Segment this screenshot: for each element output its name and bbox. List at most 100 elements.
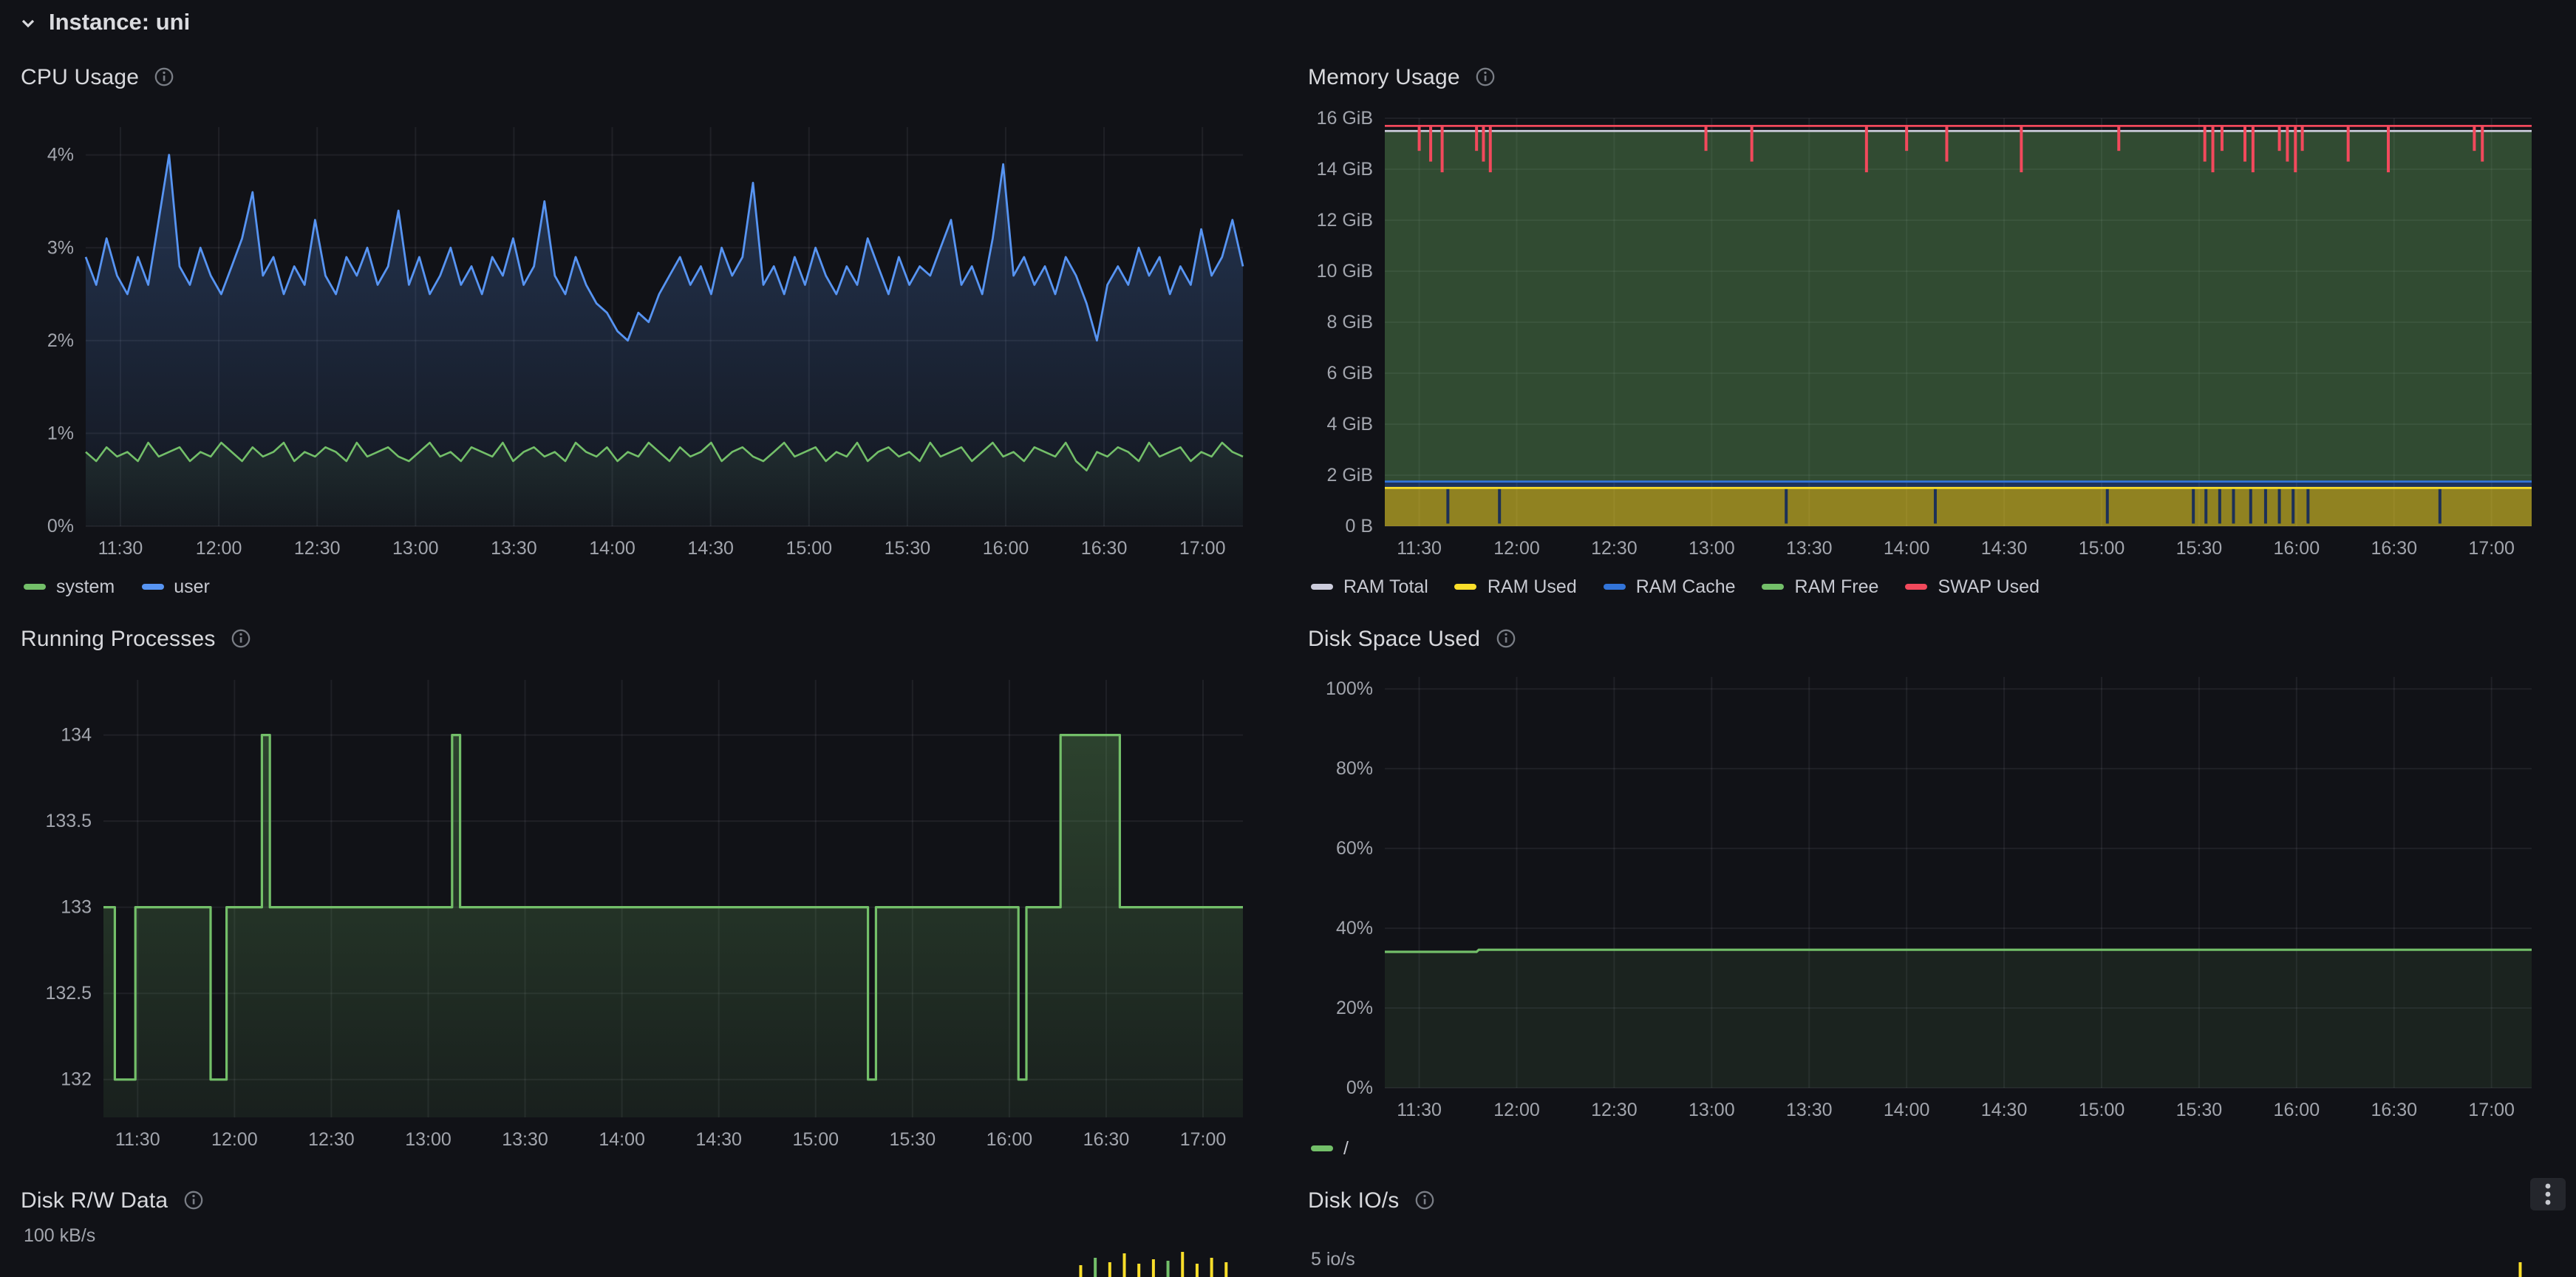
svg-text:12:30: 12:30 (294, 538, 341, 559)
info-icon[interactable] (154, 67, 174, 87)
legend-label: RAM Used (1488, 576, 1577, 597)
svg-text:15:00: 15:00 (2079, 538, 2125, 559)
svg-text:5 io/s: 5 io/s (1311, 1249, 1355, 1270)
panel-header[interactable]: Running Processes (21, 618, 1267, 659)
info-icon[interactable] (1495, 628, 1516, 649)
svg-text:16:00: 16:00 (983, 538, 1029, 559)
panel-header[interactable]: Disk IO/s (1308, 1179, 2555, 1221)
svg-text:80%: 80% (1336, 758, 1373, 779)
svg-text:10 GiB: 10 GiB (1317, 261, 1373, 282)
legend-item-swap-used[interactable]: SWAP Used (1905, 576, 2040, 597)
svg-text:17:00: 17:00 (2468, 1100, 2515, 1120)
legend-label: RAM Free (1795, 576, 1879, 597)
legend-item--[interactable]: / (1311, 1138, 1349, 1159)
svg-text:14:00: 14:00 (1884, 538, 1930, 559)
svg-text:8 GiB: 8 GiB (1326, 312, 1373, 333)
svg-text:60%: 60% (1336, 838, 1373, 859)
svg-text:15:30: 15:30 (885, 538, 931, 559)
info-icon[interactable] (183, 1190, 203, 1210)
svg-text:12 GiB: 12 GiB (1317, 210, 1373, 231)
svg-text:134: 134 (61, 725, 92, 746)
svg-text:13:00: 13:00 (1689, 1100, 1735, 1120)
legend-item-ram-total[interactable]: RAM Total (1311, 576, 1428, 597)
svg-text:16:30: 16:30 (2371, 1100, 2417, 1120)
svg-text:2 GiB: 2 GiB (1326, 465, 1373, 486)
legend-color-marker (24, 584, 46, 590)
legend-item-ram-free[interactable]: RAM Free (1762, 576, 1879, 597)
legend-color-marker (1455, 584, 1477, 590)
legend-item-user[interactable]: user (141, 576, 210, 597)
svg-text:1%: 1% (47, 423, 74, 443)
svg-text:15:00: 15:00 (786, 538, 832, 559)
panel-disk-io: Disk IO/s 5 io/s (1287, 1171, 2576, 1277)
legend-item-ram-cache[interactable]: RAM Cache (1604, 576, 1736, 597)
memory-legend: RAM Total RAM Used RAM Cache RAM Free SWAP U… (1308, 565, 2555, 609)
panel-disk-space-used: Disk Space Used 0%20%40%60%80%100%11:301… (1287, 609, 2576, 1171)
panel-header[interactable]: Disk R/W Data (21, 1179, 1267, 1221)
svg-text:15:30: 15:30 (2176, 1100, 2223, 1120)
svg-text:16 GiB: 16 GiB (1317, 108, 1373, 129)
svg-text:12:30: 12:30 (308, 1129, 355, 1150)
svg-text:14:30: 14:30 (1981, 538, 2028, 559)
chevron-down-icon (19, 15, 37, 33)
svg-text:13:30: 13:30 (491, 538, 537, 559)
svg-text:132: 132 (61, 1069, 92, 1090)
svg-text:13:30: 13:30 (1786, 538, 1833, 559)
svg-text:3%: 3% (47, 237, 74, 258)
svg-text:16:30: 16:30 (1083, 1129, 1130, 1150)
svg-text:16:30: 16:30 (2371, 538, 2417, 559)
legend-color-marker (1905, 584, 1927, 590)
svg-text:14 GiB: 14 GiB (1317, 159, 1373, 180)
svg-text:11:30: 11:30 (115, 1129, 160, 1150)
cpu-usage-chart[interactable]: 0%1%2%3%4%11:3012:0012:3013:0013:3014:00… (21, 98, 1267, 565)
panel-running-processes: Running Processes 132132.5133133.513411:… (0, 609, 1287, 1171)
row-header-instance[interactable]: Instance: uni (0, 0, 2576, 47)
svg-text:15:30: 15:30 (890, 1129, 936, 1150)
svg-text:13:00: 13:00 (1689, 538, 1735, 559)
svg-text:0%: 0% (1346, 1077, 1373, 1098)
svg-text:15:00: 15:00 (2079, 1100, 2125, 1120)
panel-title: Disk R/W Data (21, 1188, 168, 1213)
disk-space-used-chart[interactable]: 0%20%40%60%80%100%11:3012:0012:3013:0013… (1308, 659, 2555, 1126)
svg-text:13:30: 13:30 (1786, 1100, 1833, 1120)
panel-header[interactable]: Memory Usage (1308, 56, 2555, 98)
svg-text:4 GiB: 4 GiB (1326, 414, 1373, 435)
info-icon[interactable] (231, 628, 251, 649)
legend-label: RAM Total (1343, 576, 1428, 597)
svg-text:0%: 0% (47, 516, 74, 537)
disk-rw-data-chart[interactable]: 100 kB/s (21, 1221, 1267, 1277)
legend-label: RAM Cache (1636, 576, 1736, 597)
legend-label: system (56, 576, 115, 597)
cpu-legend: system user (21, 565, 1267, 609)
svg-text:16:30: 16:30 (1081, 538, 1128, 559)
svg-text:20%: 20% (1336, 998, 1373, 1018)
legend-color-marker (1604, 584, 1626, 590)
legend-item-ram-used[interactable]: RAM Used (1455, 576, 1577, 597)
legend-item-system[interactable]: system (24, 576, 115, 597)
svg-text:4%: 4% (47, 145, 74, 166)
legend-color-marker (1311, 1145, 1333, 1151)
running-processes-chart[interactable]: 132132.5133133.513411:3012:0012:3013:001… (21, 659, 1267, 1171)
svg-text:17:00: 17:00 (1180, 1129, 1227, 1150)
panel-row-3: Disk R/W Data 100 kB/s Disk IO/s 5 io/s (0, 1171, 2576, 1277)
info-icon[interactable] (1475, 67, 1496, 87)
panel-title: CPU Usage (21, 64, 139, 89)
svg-text:14:00: 14:00 (599, 1129, 645, 1150)
memory-usage-chart[interactable]: 0 B2 GiB4 GiB6 GiB8 GiB10 GiB12 GiB14 Gi… (1308, 98, 2555, 565)
svg-text:11:30: 11:30 (1397, 1100, 1442, 1120)
svg-text:16:00: 16:00 (987, 1129, 1033, 1150)
svg-text:16:00: 16:00 (2274, 1100, 2320, 1120)
info-icon[interactable] (1414, 1190, 1435, 1210)
panel-header[interactable]: CPU Usage (21, 56, 1267, 98)
panel-header[interactable]: Disk Space Used (1308, 618, 2555, 659)
svg-text:133: 133 (61, 897, 92, 918)
svg-text:2%: 2% (47, 330, 74, 351)
svg-text:17:00: 17:00 (1179, 538, 1226, 559)
panel-menu-kebab-icon[interactable] (2530, 1178, 2566, 1210)
row-title: Instance: uni (49, 10, 190, 37)
svg-text:40%: 40% (1336, 918, 1373, 939)
svg-text:16:00: 16:00 (2274, 538, 2320, 559)
disk-io-chart[interactable]: 5 io/s (1308, 1221, 2555, 1277)
svg-text:12:00: 12:00 (1493, 1100, 1540, 1120)
svg-text:11:30: 11:30 (1397, 538, 1442, 559)
